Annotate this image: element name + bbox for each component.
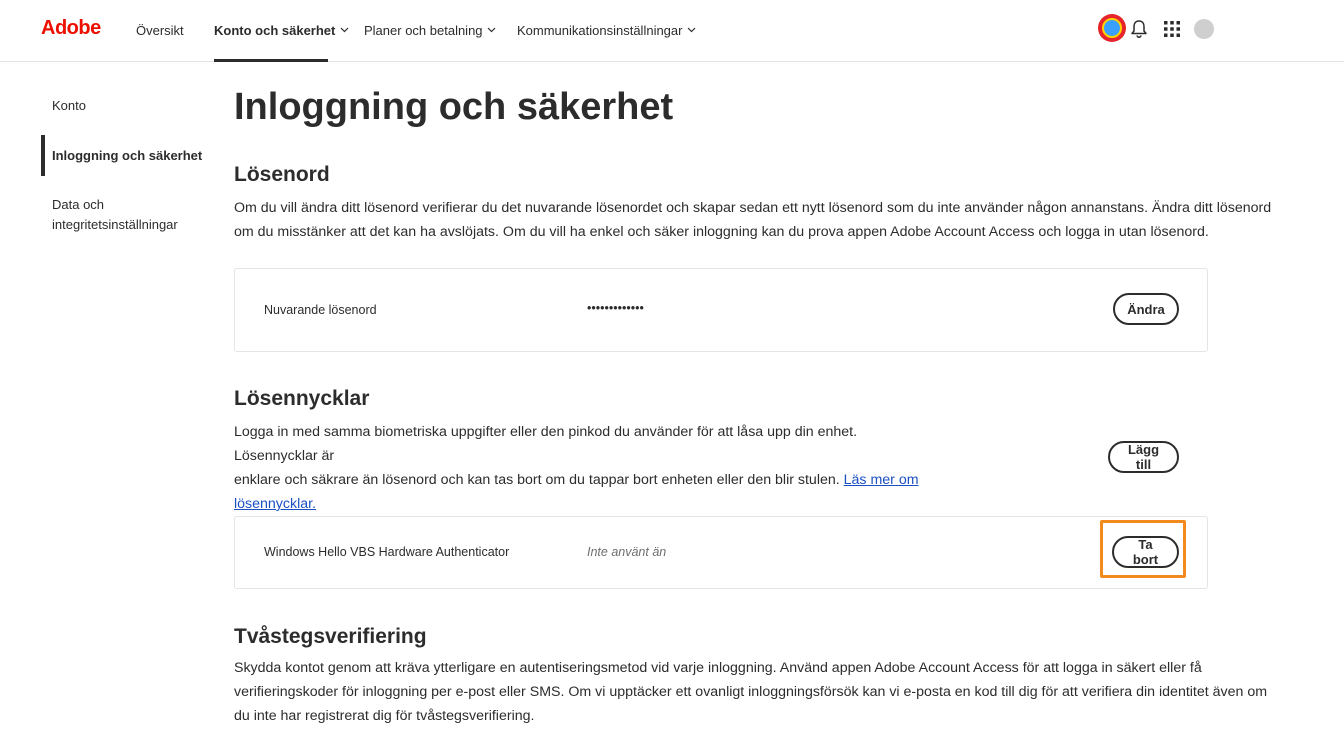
page-title: Inloggning och säkerhet [234, 86, 674, 128]
nav-overview[interactable]: Översikt [136, 21, 184, 39]
sidebar-item-account[interactable]: Konto [52, 96, 86, 116]
nav-plans-payment[interactable]: Planer och betalning [364, 21, 497, 39]
avatar-image [1102, 18, 1122, 38]
password-description-line1: Om du vill ändra ditt lösenord verifiera… [234, 200, 1272, 216]
passkeys-description-line2: enklare och säkrare än lösenord och kan … [234, 472, 840, 488]
chevron-down-icon [686, 25, 696, 35]
chevron-down-icon [339, 25, 349, 35]
sidebar-item-data-privacy[interactable]: Data och integritetsinställningar [52, 195, 178, 235]
two-step-description-line2: verifieringskoder för inloggning per e-p… [234, 684, 1268, 700]
active-tab-indicator [214, 59, 328, 62]
passkeys-description-line1: Logga in med samma biometriska uppgifter… [234, 424, 858, 464]
two-step-description: Skydda kontot genom att kräva ytterligar… [234, 656, 1267, 728]
nav-plans-payment-label: Planer och betalning [364, 22, 483, 38]
adobe-logo[interactable]: Adobe [41, 17, 101, 40]
password-heading: Lösenord [234, 163, 330, 186]
nav-account-security[interactable]: Konto och säkerhet [214, 21, 349, 39]
user-avatar[interactable] [1098, 14, 1126, 42]
two-step-description-line3: du inte har registrerat dig för tvåstegs… [234, 708, 535, 724]
profile-avatar[interactable] [1194, 19, 1214, 39]
passkeys-heading: Lösennycklar [234, 387, 370, 410]
sidebar-item-data-privacy-line2: integritetsinställningar [52, 217, 178, 232]
remove-passkey-button[interactable]: Ta bort [1112, 536, 1179, 568]
passkeys-description: Logga in med samma biometriska uppgifter… [234, 420, 934, 516]
passkey-device-card: Windows Hello VBS Hardware Authenticator… [234, 516, 1208, 589]
bell-icon[interactable] [1130, 19, 1148, 39]
passkey-device-status: Inte använt än [587, 545, 667, 559]
change-password-button[interactable]: Ändra [1113, 293, 1179, 325]
passkey-device-name: Windows Hello VBS Hardware Authenticator [264, 545, 510, 559]
add-passkey-button[interactable]: Lägg till [1108, 441, 1179, 473]
sidebar-active-indicator [41, 135, 45, 176]
learn-more-passkeys-link-cont[interactable]: lösennycklar. [234, 496, 316, 512]
two-step-heading: Tvåstegsverifiering [234, 625, 427, 648]
password-description: Om du vill ändra ditt lösenord verifiera… [234, 196, 1271, 244]
nav-overview-label: Översikt [136, 22, 184, 38]
top-navigation: Adobe Översikt Konto och säkerhet Planer… [0, 0, 1344, 62]
password-card: Nuvarande lösenord ••••••••••••• [234, 268, 1208, 352]
apps-grid-icon[interactable] [1163, 20, 1181, 38]
nav-communication-settings-label: Kommunikationsinställningar [517, 22, 683, 38]
sidebar-item-data-privacy-line1: Data och [52, 197, 105, 212]
current-password-label: Nuvarande lösenord [264, 303, 377, 317]
current-password-value: ••••••••••••• [587, 301, 644, 315]
password-description-line2: om du misstänker att det kan ha avslöjat… [234, 224, 1209, 240]
sidebar-item-login-security[interactable]: Inloggning och säkerhet [52, 146, 202, 166]
two-step-description-line1: Skydda kontot genom att kräva ytterligar… [234, 660, 1202, 676]
chevron-down-icon [487, 25, 497, 35]
nav-account-security-label: Konto och säkerhet [214, 22, 336, 38]
learn-more-passkeys-link[interactable]: Läs mer om [844, 472, 919, 488]
nav-communication-settings[interactable]: Kommunikationsinställningar [517, 21, 696, 39]
